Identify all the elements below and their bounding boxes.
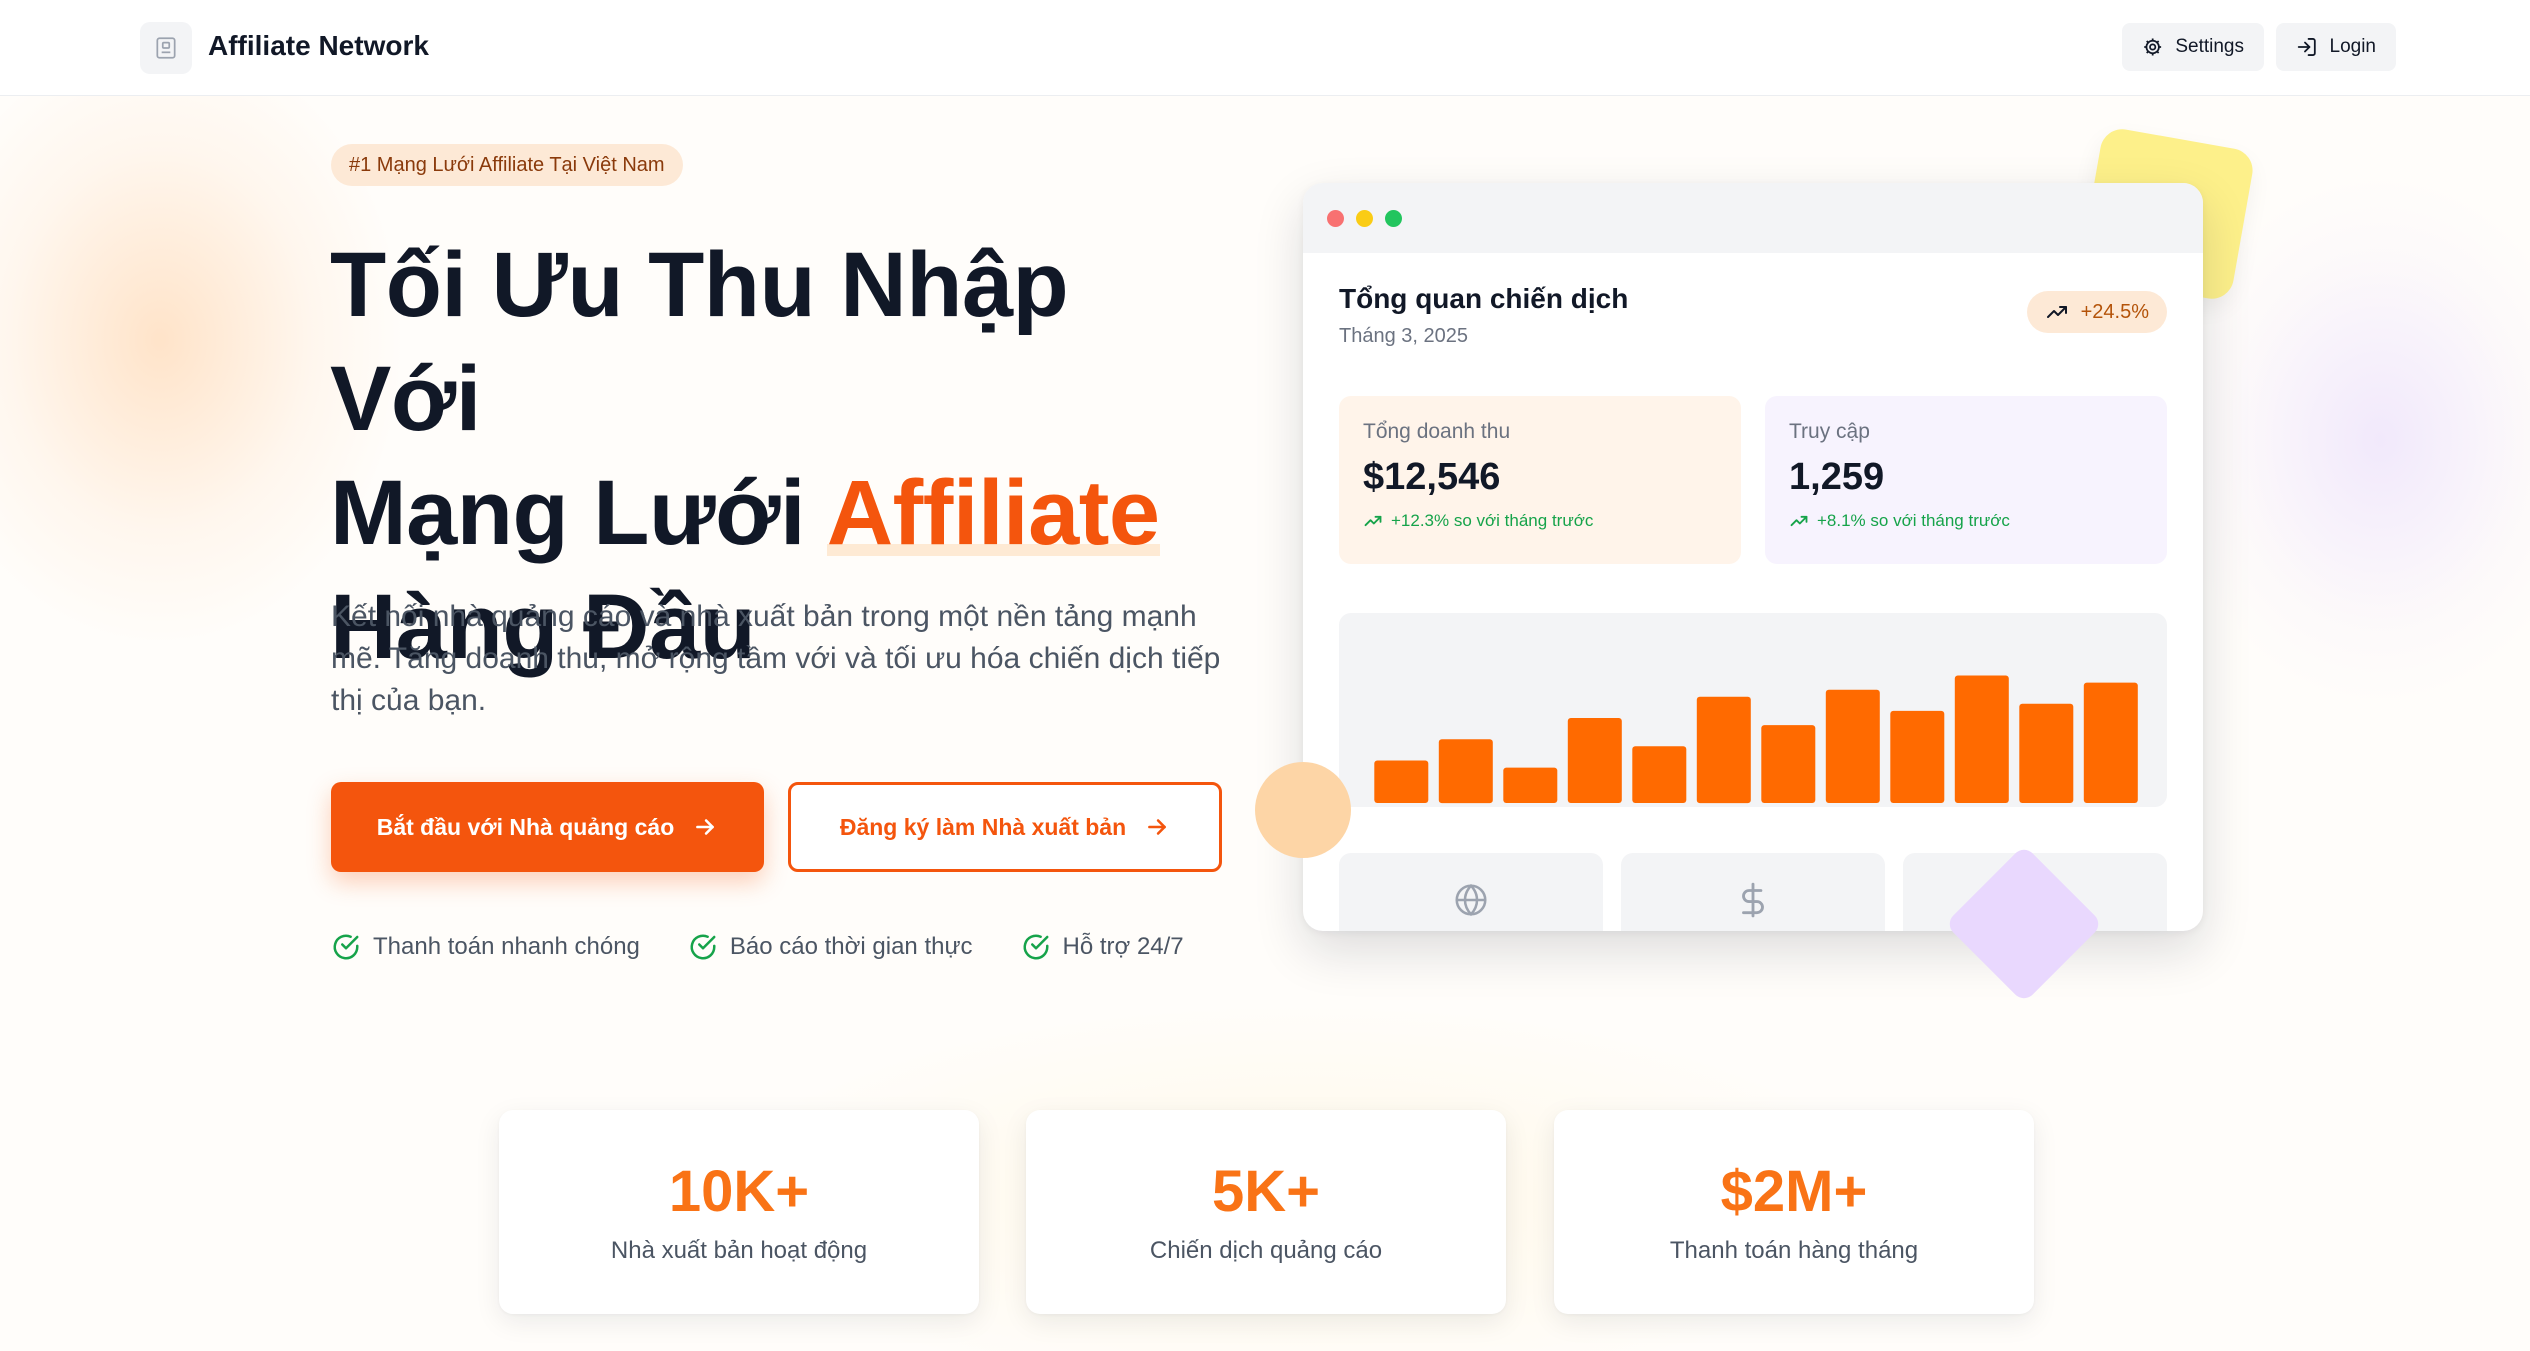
- settings-label: Settings: [2175, 36, 2244, 57]
- hero-title-accent: Affiliate: [826, 462, 1160, 564]
- brand-name[interactable]: Affiliate Network: [208, 30, 429, 62]
- traffic-value: 1,259: [1789, 456, 1885, 498]
- chart-bar: [1825, 689, 1880, 803]
- hero-title-line2-prefix: Mạng Lưới: [330, 462, 827, 564]
- window-close-dot: [1327, 209, 1344, 227]
- stat-value: 10K+: [668, 1159, 810, 1224]
- check-circle-icon: [1023, 934, 1049, 960]
- chart-bar: [1632, 746, 1687, 803]
- chart-bar: [2083, 682, 2138, 803]
- building-icon: [156, 37, 176, 59]
- advertiser-signup-button[interactable]: Bắt đầu với Nhà quảng cáo: [331, 782, 764, 872]
- feature-item: Hỗ trợ 24/7: [1021, 932, 1184, 962]
- decorative-peach-circle: [1255, 762, 1351, 858]
- chart-bar: [1954, 675, 2009, 803]
- dashboard-subtitle: Tháng 3, 2025: [1339, 325, 1468, 347]
- publisher-signup-button[interactable]: Đăng ký làm Nhà xuất bản: [788, 782, 1222, 872]
- arrow-right-icon: [1148, 819, 1167, 835]
- bar-chart-svg: [1374, 675, 2138, 804]
- stat-label: Chiến dịch quảng cáo: [1149, 1237, 1383, 1264]
- login-button[interactable]: Login: [2276, 23, 2396, 71]
- hero-badge: #1 Mạng Lưới Affiliate Tại Việt Nam: [331, 144, 683, 186]
- feature-item: Báo cáo thời gian thực: [688, 932, 973, 962]
- globe-tile[interactable]: [1339, 853, 1603, 931]
- revenue-label: Tổng doanh thu: [1363, 420, 1511, 443]
- chart-bar: [1503, 767, 1558, 803]
- hero-title-line1: Tối Ưu Thu Nhập Với: [330, 234, 1069, 450]
- stat-label: Thanh toán hàng tháng: [1669, 1237, 1919, 1264]
- trending-up-icon: [1364, 515, 1382, 527]
- traffic-change: +8.1% so với tháng trước: [1789, 511, 2143, 531]
- chart-bar: [1374, 760, 1429, 803]
- feature-item: Thanh toán nhanh chóng: [331, 932, 640, 962]
- chart-bar: [1890, 710, 1945, 803]
- feature-label: Hỗ trợ 24/7: [1062, 933, 1184, 960]
- hero-description: Kết nối nhà quảng cáo và nhà xuất bản tr…: [331, 600, 1221, 717]
- advertiser-signup-label: Bắt đầu với Nhà quảng cáo: [376, 813, 675, 840]
- feature-list: Thanh toán nhanh chóng Báo cáo thời gian…: [331, 932, 1184, 962]
- stat-value: $2M+: [1720, 1159, 1868, 1224]
- dashboard-preview: Tổng quan chiến dịch Tháng 3, 2025 +24.5…: [1303, 183, 2203, 931]
- chart-bar: [1438, 739, 1493, 804]
- stat-label: Nhà xuất bản hoạt động: [610, 1237, 868, 1264]
- revenue-card: Tổng doanh thu $12,546 +12.3% so với thá…: [1339, 396, 1741, 564]
- login-label: Login: [2329, 36, 2377, 57]
- chart-bar: [1567, 718, 1622, 803]
- top-header: Affiliate Network Settings Login: [0, 0, 2530, 96]
- window-maximize-dot: [1385, 209, 1402, 227]
- chart-bar: [1696, 696, 1751, 804]
- traffic-label: Truy cập: [1789, 420, 1870, 443]
- check-circle-icon: [690, 934, 716, 960]
- window-titlebar: [1303, 183, 2203, 253]
- trending-up-icon: [1790, 515, 1808, 527]
- globe-icon: [1455, 883, 1487, 917]
- traffic-change-text: +8.1% so với tháng trước: [1817, 511, 2010, 530]
- check-circle-icon: [333, 934, 359, 960]
- feature-label: Báo cáo thời gian thực: [729, 933, 973, 960]
- arrow-right-icon: [696, 819, 715, 835]
- stat-value: 5K+: [1211, 1159, 1320, 1224]
- revenue-change-text: +12.3% so với tháng trước: [1391, 511, 1594, 530]
- gear-icon: [2144, 38, 2162, 56]
- growth-badge: +24.5%: [2026, 291, 2167, 333]
- chart-bar: [2019, 703, 2074, 803]
- dashboard-title: Tổng quan chiến dịch: [1339, 283, 1629, 314]
- login-icon: [2297, 38, 2316, 56]
- settings-button[interactable]: Settings: [2122, 23, 2264, 71]
- revenue-change: +12.3% so với tháng trước: [1363, 511, 1717, 531]
- publisher-signup-label: Đăng ký làm Nhà xuất bản: [839, 813, 1127, 840]
- feature-label: Thanh toán nhanh chóng: [373, 933, 640, 960]
- dollar-icon: [1742, 882, 1764, 918]
- stat-card-campaigns: 5K+ Chiến dịch quảng cáo: [1026, 1110, 1506, 1314]
- growth-value: +24.5%: [2080, 300, 2149, 323]
- window-minimize-dot: [1356, 209, 1373, 227]
- chart-bar: [1761, 725, 1816, 803]
- stat-card-payouts: $2M+ Thanh toán hàng tháng: [1554, 1110, 2034, 1314]
- revenue-value: $12,546: [1363, 456, 1501, 498]
- stat-card-publishers: 10K+ Nhà xuất bản hoạt động: [499, 1110, 979, 1314]
- traffic-card: Truy cập 1,259 +8.1% so với tháng trước: [1765, 396, 2167, 564]
- trending-up-icon: [2046, 306, 2067, 318]
- dollar-tile[interactable]: [1621, 853, 1885, 931]
- revenue-bar-chart: [1339, 613, 2167, 807]
- logo[interactable]: [140, 22, 192, 74]
